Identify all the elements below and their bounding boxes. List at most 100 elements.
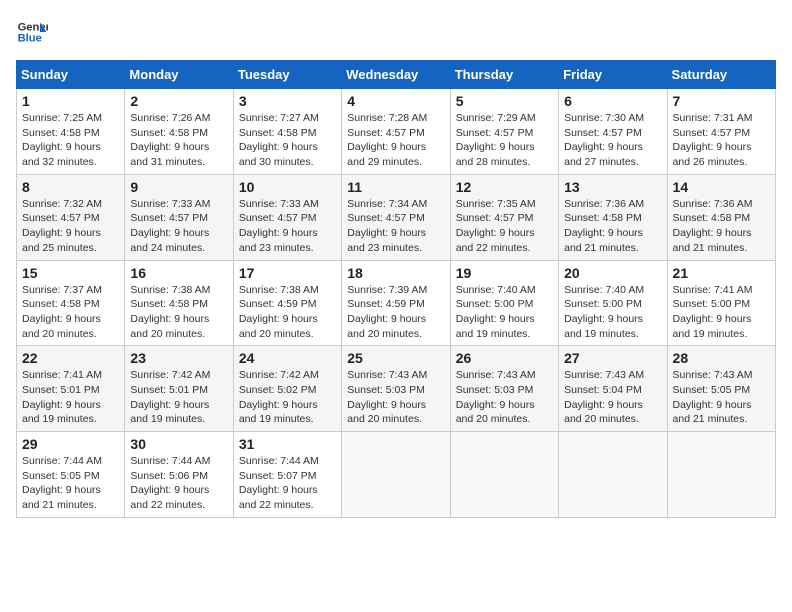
day-detail: Sunrise: 7:39 AMSunset: 4:59 PMDaylight:… bbox=[347, 283, 444, 342]
day-detail: Sunrise: 7:43 AMSunset: 5:05 PMDaylight:… bbox=[673, 368, 770, 427]
day-detail: Sunrise: 7:42 AMSunset: 5:01 PMDaylight:… bbox=[130, 368, 227, 427]
calendar-cell: 23 Sunrise: 7:42 AMSunset: 5:01 PMDayligh… bbox=[125, 346, 233, 432]
col-header-saturday: Saturday bbox=[667, 61, 775, 89]
calendar-cell: 29 Sunrise: 7:44 AMSunset: 5:05 PMDayligh… bbox=[17, 432, 125, 518]
calendar-cell: 25Sunrise: 7:43 AMSunset: 5:03 PMDayligh… bbox=[342, 346, 450, 432]
day-detail: Sunrise: 7:42 AMSunset: 5:02 PMDaylight:… bbox=[239, 368, 336, 427]
day-number: 31 bbox=[239, 436, 336, 452]
calendar-cell: 22 Sunrise: 7:41 AMSunset: 5:01 PMDayligh… bbox=[17, 346, 125, 432]
calendar-table: SundayMondayTuesdayWednesdayThursdayFrid… bbox=[16, 60, 776, 518]
day-number: 22 bbox=[22, 350, 119, 366]
day-detail: Sunrise: 7:43 AMSunset: 5:04 PMDaylight:… bbox=[564, 368, 661, 427]
day-number: 24 bbox=[239, 350, 336, 366]
day-number: 6 bbox=[564, 93, 661, 109]
day-detail: Sunrise: 7:44 AMSunset: 5:06 PMDaylight:… bbox=[130, 454, 227, 513]
day-detail: Sunrise: 7:25 AMSunset: 4:58 PMDaylight:… bbox=[22, 111, 119, 170]
day-number: 12 bbox=[456, 179, 553, 195]
day-detail: Sunrise: 7:33 AMSunset: 4:57 PMDaylight:… bbox=[239, 197, 336, 256]
day-detail: Sunrise: 7:44 AMSunset: 5:05 PMDaylight:… bbox=[22, 454, 119, 513]
logo: General Blue bbox=[16, 16, 52, 48]
calendar-cell: 14Sunrise: 7:36 AMSunset: 4:58 PMDayligh… bbox=[667, 174, 775, 260]
calendar-cell: 26 Sunrise: 7:43 AMSunset: 5:03 PMDayligh… bbox=[450, 346, 558, 432]
calendar-cell bbox=[667, 432, 775, 518]
calendar-week-row: 29 Sunrise: 7:44 AMSunset: 5:05 PMDayligh… bbox=[17, 432, 776, 518]
col-header-thursday: Thursday bbox=[450, 61, 558, 89]
col-header-tuesday: Tuesday bbox=[233, 61, 341, 89]
calendar-cell: 4 Sunrise: 7:28 AMSunset: 4:57 PMDaylight… bbox=[342, 89, 450, 175]
day-detail: Sunrise: 7:28 AMSunset: 4:57 PMDaylight:… bbox=[347, 111, 444, 170]
calendar-cell: 3 Sunrise: 7:27 AMSunset: 4:58 PMDaylight… bbox=[233, 89, 341, 175]
logo-icon: General Blue bbox=[16, 16, 48, 48]
calendar-header-row: SundayMondayTuesdayWednesdayThursdayFrid… bbox=[17, 61, 776, 89]
calendar-cell: 8 Sunrise: 7:32 AMSunset: 4:57 PMDaylight… bbox=[17, 174, 125, 260]
day-number: 2 bbox=[130, 93, 227, 109]
day-number: 8 bbox=[22, 179, 119, 195]
calendar-week-row: 1Sunrise: 7:25 AMSunset: 4:58 PMDaylight… bbox=[17, 89, 776, 175]
calendar-cell: 6 Sunrise: 7:30 AMSunset: 4:57 PMDaylight… bbox=[559, 89, 667, 175]
day-detail: Sunrise: 7:27 AMSunset: 4:58 PMDaylight:… bbox=[239, 111, 336, 170]
day-detail: Sunrise: 7:41 AMSunset: 5:00 PMDaylight:… bbox=[673, 283, 770, 342]
col-header-monday: Monday bbox=[125, 61, 233, 89]
calendar-cell: 5 Sunrise: 7:29 AMSunset: 4:57 PMDaylight… bbox=[450, 89, 558, 175]
calendar-cell: 31 Sunrise: 7:44 AMSunset: 5:07 PMDayligh… bbox=[233, 432, 341, 518]
day-number: 17 bbox=[239, 265, 336, 281]
calendar-cell: 11 Sunrise: 7:34 AMSunset: 4:57 PMDayligh… bbox=[342, 174, 450, 260]
day-number: 3 bbox=[239, 93, 336, 109]
day-number: 30 bbox=[130, 436, 227, 452]
day-detail: Sunrise: 7:36 AMSunset: 4:58 PMDaylight:… bbox=[673, 197, 770, 256]
day-detail: Sunrise: 7:38 AMSunset: 4:58 PMDaylight:… bbox=[130, 283, 227, 342]
day-detail: Sunrise: 7:38 AMSunset: 4:59 PMDaylight:… bbox=[239, 283, 336, 342]
day-number: 19 bbox=[456, 265, 553, 281]
calendar-cell: 30 Sunrise: 7:44 AMSunset: 5:06 PMDayligh… bbox=[125, 432, 233, 518]
day-detail: Sunrise: 7:36 AMSunset: 4:58 PMDaylight:… bbox=[564, 197, 661, 256]
day-detail: Sunrise: 7:32 AMSunset: 4:57 PMDaylight:… bbox=[22, 197, 119, 256]
calendar-cell: 21Sunrise: 7:41 AMSunset: 5:00 PMDayligh… bbox=[667, 260, 775, 346]
day-number: 23 bbox=[130, 350, 227, 366]
calendar-cell: 18 Sunrise: 7:39 AMSunset: 4:59 PMDayligh… bbox=[342, 260, 450, 346]
day-detail: Sunrise: 7:40 AMSunset: 5:00 PMDaylight:… bbox=[564, 283, 661, 342]
calendar-cell: 12 Sunrise: 7:35 AMSunset: 4:57 PMDayligh… bbox=[450, 174, 558, 260]
day-number: 11 bbox=[347, 179, 444, 195]
day-number: 7 bbox=[673, 93, 770, 109]
day-number: 27 bbox=[564, 350, 661, 366]
day-number: 9 bbox=[130, 179, 227, 195]
calendar-cell: 19 Sunrise: 7:40 AMSunset: 5:00 PMDayligh… bbox=[450, 260, 558, 346]
calendar-cell: 16 Sunrise: 7:38 AMSunset: 4:58 PMDayligh… bbox=[125, 260, 233, 346]
col-header-wednesday: Wednesday bbox=[342, 61, 450, 89]
day-detail: Sunrise: 7:44 AMSunset: 5:07 PMDaylight:… bbox=[239, 454, 336, 513]
day-number: 18 bbox=[347, 265, 444, 281]
calendar-cell: 1Sunrise: 7:25 AMSunset: 4:58 PMDaylight… bbox=[17, 89, 125, 175]
day-detail: Sunrise: 7:40 AMSunset: 5:00 PMDaylight:… bbox=[456, 283, 553, 342]
calendar-week-row: 8 Sunrise: 7:32 AMSunset: 4:57 PMDaylight… bbox=[17, 174, 776, 260]
calendar-week-row: 15 Sunrise: 7:37 AMSunset: 4:58 PMDayligh… bbox=[17, 260, 776, 346]
calendar-cell: 20 Sunrise: 7:40 AMSunset: 5:00 PMDayligh… bbox=[559, 260, 667, 346]
calendar-cell: 28Sunrise: 7:43 AMSunset: 5:05 PMDayligh… bbox=[667, 346, 775, 432]
calendar-cell: 13Sunrise: 7:36 AMSunset: 4:58 PMDayligh… bbox=[559, 174, 667, 260]
col-header-friday: Friday bbox=[559, 61, 667, 89]
day-number: 26 bbox=[456, 350, 553, 366]
calendar-cell bbox=[559, 432, 667, 518]
day-number: 29 bbox=[22, 436, 119, 452]
day-number: 15 bbox=[22, 265, 119, 281]
day-detail: Sunrise: 7:35 AMSunset: 4:57 PMDaylight:… bbox=[456, 197, 553, 256]
calendar-cell: 27 Sunrise: 7:43 AMSunset: 5:04 PMDayligh… bbox=[559, 346, 667, 432]
day-number: 20 bbox=[564, 265, 661, 281]
calendar-cell: 9Sunrise: 7:33 AMSunset: 4:57 PMDaylight… bbox=[125, 174, 233, 260]
day-detail: Sunrise: 7:29 AMSunset: 4:57 PMDaylight:… bbox=[456, 111, 553, 170]
calendar-cell: 24 Sunrise: 7:42 AMSunset: 5:02 PMDayligh… bbox=[233, 346, 341, 432]
day-number: 4 bbox=[347, 93, 444, 109]
day-detail: Sunrise: 7:43 AMSunset: 5:03 PMDaylight:… bbox=[456, 368, 553, 427]
calendar-cell: 17 Sunrise: 7:38 AMSunset: 4:59 PMDayligh… bbox=[233, 260, 341, 346]
day-detail: Sunrise: 7:37 AMSunset: 4:58 PMDaylight:… bbox=[22, 283, 119, 342]
day-number: 25 bbox=[347, 350, 444, 366]
calendar-week-row: 22 Sunrise: 7:41 AMSunset: 5:01 PMDayligh… bbox=[17, 346, 776, 432]
day-detail: Sunrise: 7:30 AMSunset: 4:57 PMDaylight:… bbox=[564, 111, 661, 170]
day-detail: Sunrise: 7:26 AMSunset: 4:58 PMDaylight:… bbox=[130, 111, 227, 170]
col-header-sunday: Sunday bbox=[17, 61, 125, 89]
day-detail: Sunrise: 7:34 AMSunset: 4:57 PMDaylight:… bbox=[347, 197, 444, 256]
day-detail: Sunrise: 7:41 AMSunset: 5:01 PMDaylight:… bbox=[22, 368, 119, 427]
svg-text:Blue: Blue bbox=[18, 33, 42, 45]
day-number: 16 bbox=[130, 265, 227, 281]
day-number: 5 bbox=[456, 93, 553, 109]
page-header: General Blue bbox=[16, 16, 776, 48]
